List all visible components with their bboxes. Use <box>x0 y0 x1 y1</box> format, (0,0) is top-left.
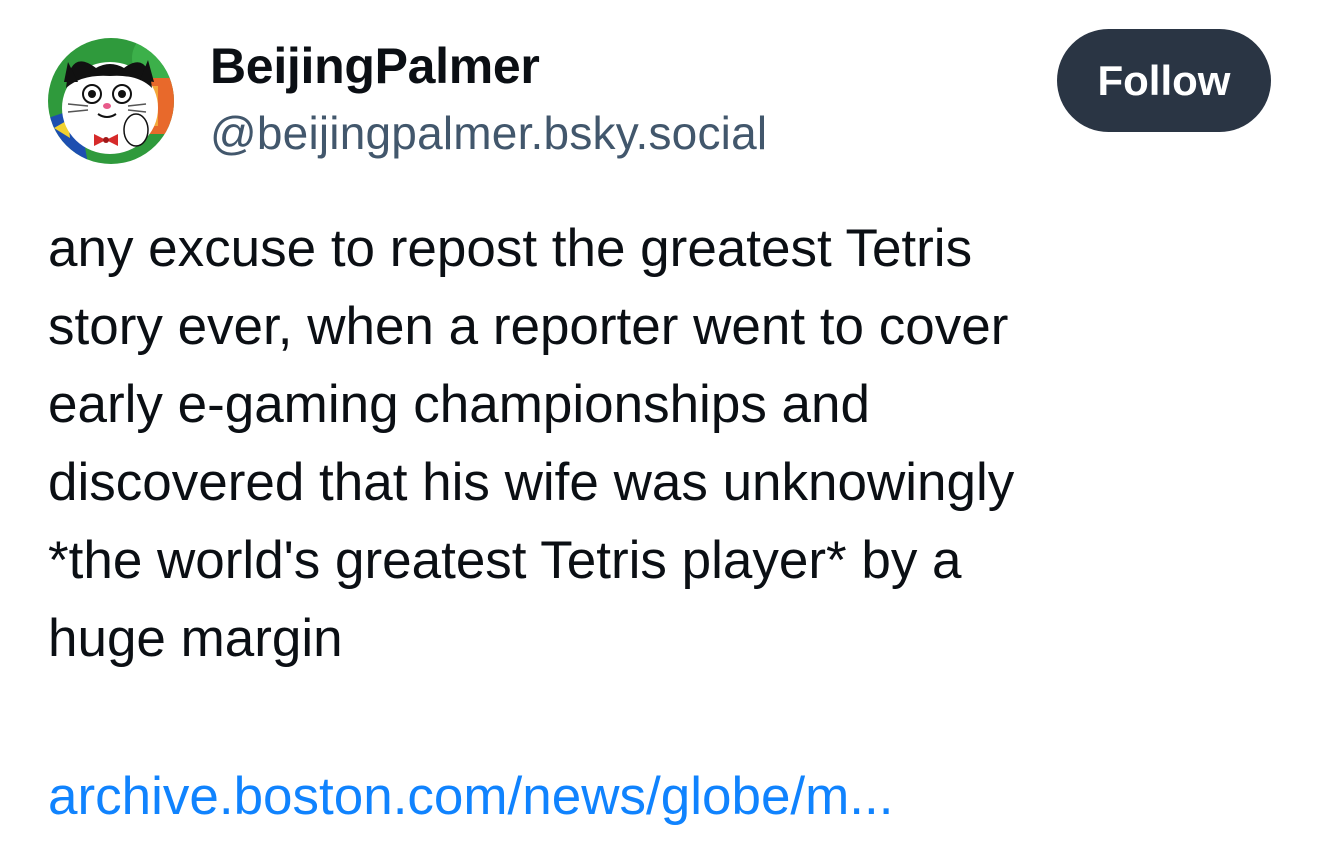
author-display-name[interactable]: BeijingPalmer <box>210 30 767 102</box>
post-link[interactable]: archive.boston.com/news/globe/m... <box>48 758 893 836</box>
author-names: BeijingPalmer @beijingpalmer.bsky.social <box>210 30 767 164</box>
author-handle[interactable]: @beijingpalmer.bsky.social <box>210 102 767 164</box>
post-text: any excuse to repost the greatest Tetris… <box>48 219 1015 668</box>
follow-button[interactable]: Follow <box>1057 29 1271 132</box>
avatar[interactable] <box>48 38 174 164</box>
post-card: BeijingPalmer @beijingpalmer.bsky.social… <box>0 0 1320 866</box>
cartoon-cat-avatar-icon <box>48 38 174 164</box>
